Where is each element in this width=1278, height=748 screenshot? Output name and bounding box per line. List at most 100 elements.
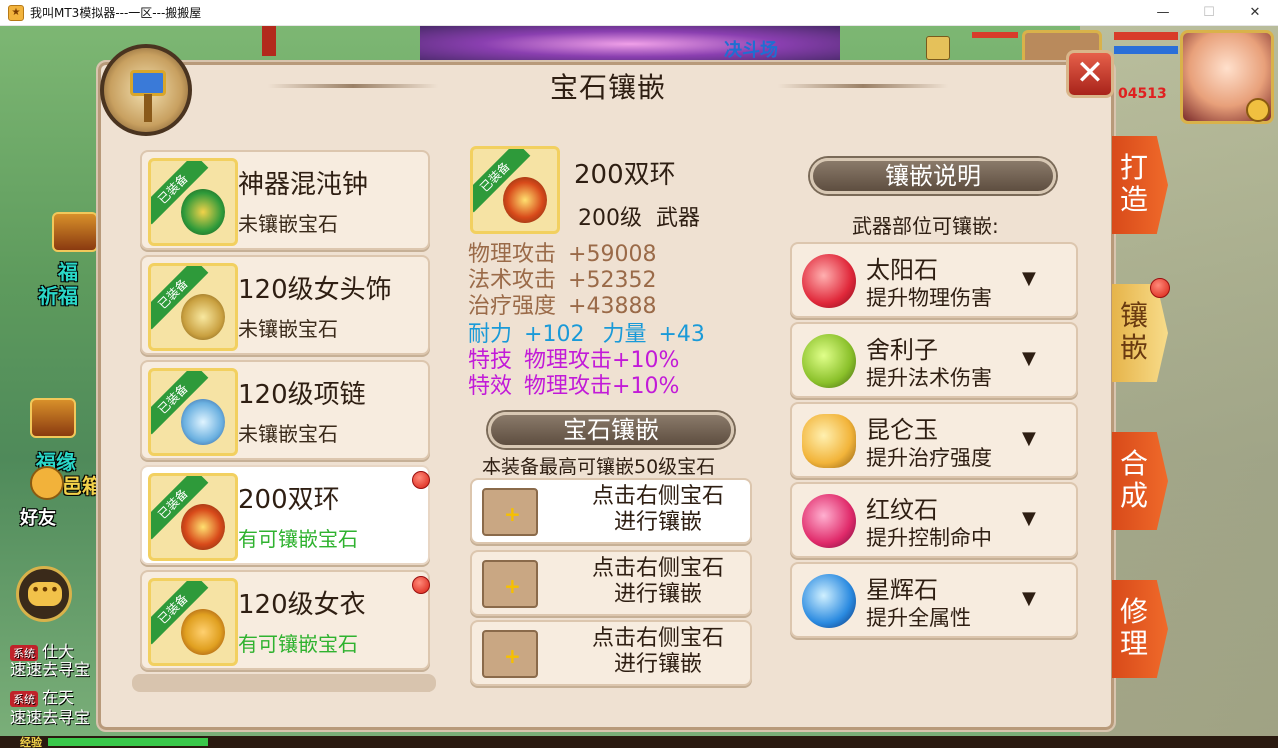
player-mp-bar xyxy=(1114,46,1178,54)
chat-bubble-icon: ••• xyxy=(28,582,62,606)
slot-hint-line: 点击右侧宝石 xyxy=(591,626,724,651)
tab-forge[interactable]: 打造 xyxy=(1112,136,1168,234)
window-close-button[interactable]: ✕ xyxy=(1232,0,1278,26)
plus-icon: + xyxy=(504,502,521,526)
slot-hint-line: 点击右侧宝石 xyxy=(591,484,724,509)
red-pattern-stone-icon xyxy=(802,494,856,548)
background-pillar xyxy=(262,26,276,56)
equipment-item[interactable]: 已装备 120级项链 未镶嵌宝石 xyxy=(140,360,430,460)
gem-option[interactable]: 太阳石 提升物理伤害 ▼ xyxy=(790,242,1078,318)
equipment-status: 有可镶嵌宝石 xyxy=(238,632,358,656)
list-scrollbar[interactable] xyxy=(132,674,436,692)
slot-hint-line: 点击右侧宝石 xyxy=(591,556,724,581)
tab-label: 打 xyxy=(1120,151,1149,184)
tab-label: 嵌 xyxy=(1120,331,1149,364)
equipment-item[interactable]: 已装备 120级女衣 有可镶嵌宝石 xyxy=(140,570,430,670)
equipment-item[interactable]: 已装备 神器混沌钟 未镶嵌宝石 xyxy=(140,150,430,250)
slot-hint: 点击右侧宝石 进行镶嵌 xyxy=(568,484,748,536)
gem-slot[interactable]: + 点击右侧宝石 进行镶嵌 xyxy=(470,550,752,616)
friend-label[interactable]: 好友 xyxy=(20,504,56,530)
expand-arrow-icon[interactable]: ▼ xyxy=(1022,588,1036,609)
chat-line: 速速去寻宝 xyxy=(10,704,90,728)
robe-icon: 已装备 xyxy=(148,578,238,666)
necklace-icon: 已装备 xyxy=(148,368,238,456)
slot-box: + xyxy=(482,630,538,678)
expand-arrow-icon[interactable]: ▼ xyxy=(1022,268,1036,289)
player-level-badge xyxy=(1246,98,1270,122)
panel-close-button[interactable]: ✕ xyxy=(1066,50,1114,98)
gem-option[interactable]: 昆仑玉 提升治疗强度 ▼ xyxy=(790,402,1078,478)
app-icon: ★ xyxy=(8,4,24,21)
expand-arrow-icon[interactable]: ▼ xyxy=(1022,348,1036,369)
gem-desc: 提升全属性 xyxy=(866,606,971,630)
double-ring-icon: 已装备 xyxy=(470,146,560,234)
gem-name: 昆仑玉 xyxy=(866,416,938,444)
maximize-button[interactable]: ☐ xyxy=(1186,0,1232,26)
fortune-chest-icon[interactable] xyxy=(30,398,76,438)
tab-label: 镶 xyxy=(1120,299,1149,332)
slot-hint-line: 进行镶嵌 xyxy=(613,652,702,677)
gem-desc: 提升治疗强度 xyxy=(866,446,992,470)
notification-dot xyxy=(412,576,430,594)
headpiece-icon: 已装备 xyxy=(148,263,238,351)
chat-line: 速速去寻宝 xyxy=(10,656,90,680)
equipment-status: 有可镶嵌宝石 xyxy=(238,527,358,551)
tab-combine[interactable]: 合成 xyxy=(1112,432,1168,530)
minimize-button[interactable]: — xyxy=(1140,0,1186,26)
inlay-description: 本装备最高可镶嵌50级宝石 xyxy=(482,456,716,478)
exp-bar-fill xyxy=(48,738,208,746)
hp-readout: 04513 xyxy=(1118,86,1167,102)
equipment-status: 未镶嵌宝石 xyxy=(238,212,338,236)
detail-name: 200双环 xyxy=(574,160,676,190)
tab-label: 成 xyxy=(1120,479,1149,512)
slot-box: + xyxy=(482,488,538,536)
plus-icon: + xyxy=(504,574,521,598)
equipment-item[interactable]: 已装备 120级女头饰 未镶嵌宝石 xyxy=(140,255,430,355)
gem-name: 红纹石 xyxy=(866,496,938,524)
equipment-name: 120级女头饰 xyxy=(238,275,392,305)
gem-desc: 提升法术伤害 xyxy=(866,366,992,390)
equipment-name: 120级项链 xyxy=(238,380,366,410)
window-titlebar: ★ 我叫MT3模拟器---一区---搬搬屋 — ☐ ✕ xyxy=(0,0,1278,26)
arena-label: 决斗场 xyxy=(724,40,778,61)
equipment-name: 200双环 xyxy=(238,485,340,515)
sun-stone-icon xyxy=(802,254,856,308)
activity-icon[interactable] xyxy=(926,36,950,60)
slot-hint-line: 进行镶嵌 xyxy=(613,582,702,607)
player-hp-bar xyxy=(1114,32,1178,40)
gem-slot[interactable]: + 点击右侧宝石 进行镶嵌 xyxy=(470,620,752,686)
gem-option[interactable]: 星辉石 提升全属性 ▼ xyxy=(790,562,1078,638)
gem-name: 太阳石 xyxy=(866,256,938,284)
equipment-name: 120级女衣 xyxy=(238,590,366,620)
forge-hammer-icon xyxy=(100,44,192,136)
tab-inlay[interactable]: 镶嵌 xyxy=(1112,284,1168,382)
tab-repair[interactable]: 修理 xyxy=(1112,580,1168,678)
friend-icon[interactable] xyxy=(30,466,64,500)
gem-option[interactable]: 舍利子 提升法术伤害 ▼ xyxy=(790,322,1078,398)
gem-name: 舍利子 xyxy=(866,336,938,364)
equipment-item-selected[interactable]: 已装备 200双环 有可镶嵌宝石 xyxy=(140,465,430,565)
tab-label: 造 xyxy=(1120,183,1149,216)
expand-arrow-icon[interactable]: ▼ xyxy=(1022,428,1036,449)
inlay-banner: 宝石镶嵌 xyxy=(488,412,734,448)
panel-title: 宝石镶嵌 xyxy=(549,71,666,104)
kunlun-jade-icon xyxy=(802,414,856,468)
title-ornament-right xyxy=(778,84,948,88)
equipment-status: 未镶嵌宝石 xyxy=(238,317,338,341)
gem-info-banner: 镶嵌说明 xyxy=(810,158,1056,194)
equipment-name: 神器混沌钟 xyxy=(238,170,369,200)
pet-hp-bar xyxy=(972,32,1018,38)
notification-dot xyxy=(1150,278,1170,298)
expand-arrow-icon[interactable]: ▼ xyxy=(1022,508,1036,529)
chat-text: 速速去寻宝 xyxy=(10,708,91,727)
plus-icon: + xyxy=(504,644,521,668)
side-label-qifu[interactable]: 祈福 xyxy=(38,280,78,309)
gem-slot[interactable]: + 点击右侧宝石 进行镶嵌 xyxy=(470,478,752,544)
equipment-list[interactable]: 已装备 神器混沌钟 未镶嵌宝石 已装备 120级女头饰 未镶嵌宝石 已装备 12… xyxy=(136,146,436,692)
gem-option[interactable]: 红纹石 提升控制命中 ▼ xyxy=(790,482,1078,558)
exp-label: 经验 xyxy=(20,736,42,748)
tab-label: 合 xyxy=(1120,447,1149,480)
tab-label: 修 xyxy=(1120,595,1149,628)
sarira-icon xyxy=(802,334,856,388)
treasure-chest-icon[interactable] xyxy=(52,212,98,252)
